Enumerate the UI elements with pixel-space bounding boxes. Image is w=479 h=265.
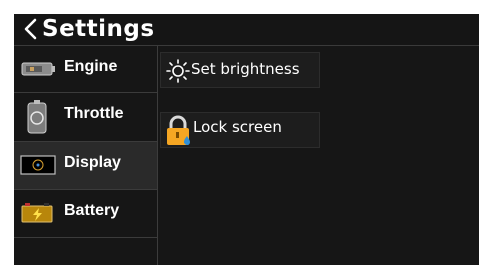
page-title: Settings <box>42 16 155 42</box>
sidebar-item-label: Engine <box>64 58 118 75</box>
lock-screen-label: Lock screen <box>193 118 282 136</box>
set-brightness-button[interactable]: Set brightness <box>160 52 320 88</box>
display-icon <box>20 148 56 182</box>
set-brightness-label: Set brightness <box>191 60 300 78</box>
device-screen: Settings Engine Throttle Display Battery… <box>14 14 479 265</box>
engine-icon <box>20 52 56 86</box>
sidebar: Engine Throttle Display Battery <box>14 46 158 265</box>
throttle-icon <box>20 99 56 134</box>
sidebar-item-display[interactable]: Display <box>14 142 157 190</box>
content-panel: Set brightness Lock screen <box>158 46 479 265</box>
brightness-icon <box>165 57 191 85</box>
header-bar: Settings <box>14 14 479 46</box>
battery-icon <box>20 196 56 230</box>
back-chevron-icon[interactable] <box>20 17 42 41</box>
sidebar-item-throttle[interactable]: Throttle <box>14 93 157 142</box>
sidebar-item-label: Battery <box>64 202 120 219</box>
sidebar-item-engine[interactable]: Engine <box>14 46 157 93</box>
lock-icon <box>164 114 194 148</box>
sidebar-item-label: Throttle <box>64 105 124 122</box>
lock-screen-button[interactable]: Lock screen <box>160 112 320 148</box>
sidebar-item-label: Display <box>64 154 121 171</box>
sidebar-item-battery[interactable]: Battery <box>14 190 157 238</box>
